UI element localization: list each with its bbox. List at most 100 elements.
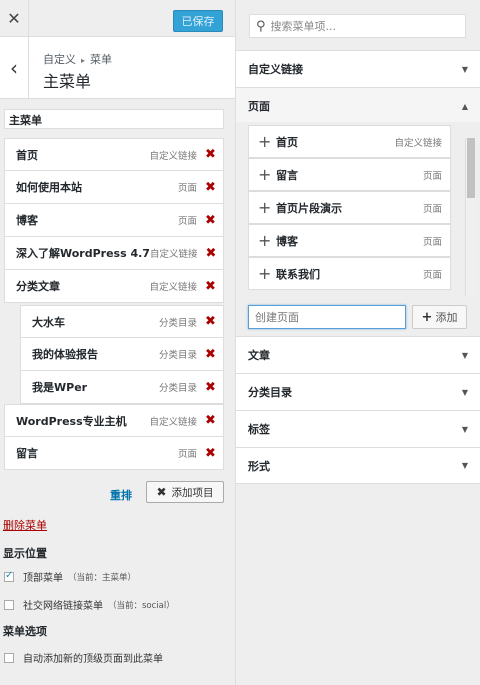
breadcrumb-bar: ‹ 自定义 ▸ 菜单 主菜单 (0, 37, 235, 99)
scrollbar-thumb[interactable] (467, 138, 475, 198)
close-customizer-button[interactable]: ✕ (0, 0, 29, 37)
remove-icon[interactable]: ✖ (205, 147, 216, 162)
accordion-tags[interactable]: 标签 ▼ (236, 410, 480, 447)
chevron-down-icon: ▼ (461, 350, 468, 360)
menu-item-type: 分类目录 (158, 350, 197, 361)
available-items-panel: ⚲ 搜索菜单项... 自定义链接 ▼ 页面 ▲ + 首页 自定义链接 + 留言 … (236, 0, 480, 685)
accordion-title: 页面 (248, 100, 270, 113)
menu-item[interactable]: 留言 页面 ✖ (4, 437, 224, 470)
page-item[interactable]: + 首页 自定义链接 (248, 125, 451, 158)
menu-item-type: 页面 (177, 449, 197, 460)
accordion-formats[interactable]: 形式 ▼ (236, 447, 480, 484)
delete-menu-link[interactable]: 删除菜单 (3, 517, 47, 533)
chevron-down-icon: ▼ (461, 64, 468, 74)
remove-icon[interactable]: ✖ (205, 347, 216, 362)
remove-icon[interactable]: ✖ (205, 246, 216, 261)
pages-scrollbar[interactable] (465, 138, 476, 296)
menu-item[interactable]: WordPress专业主机 自定义链接 ✖ (4, 404, 224, 437)
menu-item-title: 我的体验报告 (32, 348, 98, 361)
page-title: 主菜单 (43, 72, 92, 91)
accordion-categories[interactable]: 分类目录 ▼ (236, 373, 480, 410)
plus-icon: + (258, 165, 272, 184)
menu-item[interactable]: 博客 页面 ✖ (4, 204, 224, 237)
accordion-pages[interactable]: 页面 ▲ (236, 87, 480, 124)
menu-name-field[interactable]: 主菜单 (4, 109, 224, 129)
accordion-title: 标签 (248, 423, 270, 436)
chevron-down-icon: ▼ (461, 461, 468, 470)
remove-icon[interactable]: ✖ (205, 279, 216, 294)
menu-item[interactable]: 如何使用本站 页面 ✖ (4, 171, 224, 204)
menu-item[interactable]: 深入了解WordPress 4.7 自定义链接 ✖ (4, 237, 224, 270)
breadcrumb: 自定义 ▸ 菜单 (43, 51, 112, 67)
search-placeholder: 搜索菜单项... (270, 20, 337, 33)
remove-icon[interactable]: ✖ (205, 213, 216, 228)
new-page-input[interactable]: 创建页面 (248, 305, 406, 329)
close-icon: ✖ (156, 485, 167, 499)
page-item[interactable]: + 博客 页面 (248, 224, 451, 257)
reorder-link[interactable]: 重排 (110, 487, 132, 503)
accordion-title: 分类目录 (248, 386, 292, 399)
page-item-type: 页面 (422, 269, 442, 281)
pages-list: + 首页 自定义链接 + 留言 页面 + 首页片段演示 页面 + 博客 页面 +… (236, 122, 480, 298)
add-items-label: 添加项目 (171, 486, 214, 499)
top-menu-checkbox[interactable] (4, 570, 14, 582)
search-input[interactable]: ⚲ 搜索菜单项... (249, 14, 466, 38)
location-label: 顶部菜单 (23, 573, 63, 584)
menu-locations-heading: 显示位置 (3, 547, 47, 560)
auto-add-label: 自动添加新的顶级页面到此菜单 (23, 654, 163, 665)
page-item[interactable]: + 首页片段演示 页面 (248, 191, 451, 224)
add-page-label: 添加 (435, 311, 458, 324)
social-menu-checkbox[interactable] (4, 599, 14, 610)
add-page-button[interactable]: + 添加 (412, 305, 467, 329)
location-note: （当前：主菜单） (68, 572, 137, 583)
menu-item-title: 大水车 (32, 315, 65, 329)
remove-icon[interactable]: ✖ (205, 413, 216, 428)
remove-icon[interactable]: ✖ (205, 314, 216, 329)
breadcrumb-separator-icon: ▸ (81, 56, 86, 65)
accordion-title: 形式 (248, 459, 270, 473)
menu-item[interactable]: 分类文章 自定义链接 ✖ (4, 270, 224, 303)
add-items-button[interactable]: ✖ 添加项目 (146, 481, 224, 503)
remove-icon[interactable]: ✖ (205, 446, 216, 461)
auto-add-checkbox[interactable] (4, 652, 14, 663)
location-social-menu[interactable]: 社交网络链接菜单 （当前：social） (4, 597, 175, 612)
location-label: 社交网络链接菜单 (23, 601, 103, 612)
accordion-title: 自定义链接 (248, 63, 303, 76)
menu-item-title: 博客 (16, 214, 38, 227)
menu-item[interactable]: 首页 自定义链接 ✖ (4, 138, 224, 171)
page-item[interactable]: + 联系我们 页面 (248, 257, 451, 290)
menu-item-title: 深入了解WordPress 4.7 (16, 247, 150, 260)
save-button[interactable]: 已保存 (173, 10, 223, 32)
menu-item-title: 留言 (16, 447, 38, 460)
menu-item-type: 页面 (177, 183, 197, 194)
page-item-type: 页面 (422, 236, 442, 248)
accordion-title: 文章 (248, 349, 270, 362)
menu-item-child[interactable]: 大水车 分类目录 ✖ (20, 305, 224, 338)
page-item[interactable]: + 留言 页面 (248, 158, 451, 191)
location-top-menu[interactable]: 顶部菜单 （当前：主菜单） (4, 569, 136, 584)
auto-add-pages-option[interactable]: 自动添加新的顶级页面到此菜单 (4, 650, 163, 665)
plus-icon: + (258, 264, 272, 283)
accordion-posts[interactable]: 文章 ▼ (236, 336, 480, 373)
customizer-header: ✕ 已保存 (0, 0, 235, 37)
menu-item-child[interactable]: 我的体验报告 分类目录 ✖ (20, 338, 224, 371)
accordion-custom-links[interactable]: 自定义链接 ▼ (236, 50, 480, 87)
menu-item-type: 自定义链接 (149, 150, 197, 162)
location-note: （当前：social） (108, 600, 175, 611)
chevron-up-icon: ▲ (461, 101, 468, 111)
close-icon: ✕ (7, 9, 21, 28)
menu-item-type: 分类目录 (158, 317, 197, 329)
page-item-title: 首页 (276, 135, 298, 149)
remove-icon[interactable]: ✖ (205, 180, 216, 195)
back-button[interactable]: ‹ (0, 37, 29, 98)
page-item-type: 自定义链接 (394, 137, 442, 149)
menu-item-type: 分类目录 (158, 383, 197, 394)
menu-item-child[interactable]: 我是WPer 分类目录 ✖ (20, 371, 224, 404)
page-item-title: 首页片段演示 (276, 201, 342, 215)
plus-icon: + (258, 132, 272, 151)
menu-editor-panel: ✕ 已保存 ‹ 自定义 ▸ 菜单 主菜单 主菜单 首页 自定义链接 ✖ 如何使用本站… (0, 0, 236, 685)
page-item-type: 页面 (422, 203, 442, 215)
remove-icon[interactable]: ✖ (205, 380, 216, 395)
menu-item-type: 自定义链接 (149, 249, 198, 260)
menu-item-type: 页面 (177, 216, 197, 227)
